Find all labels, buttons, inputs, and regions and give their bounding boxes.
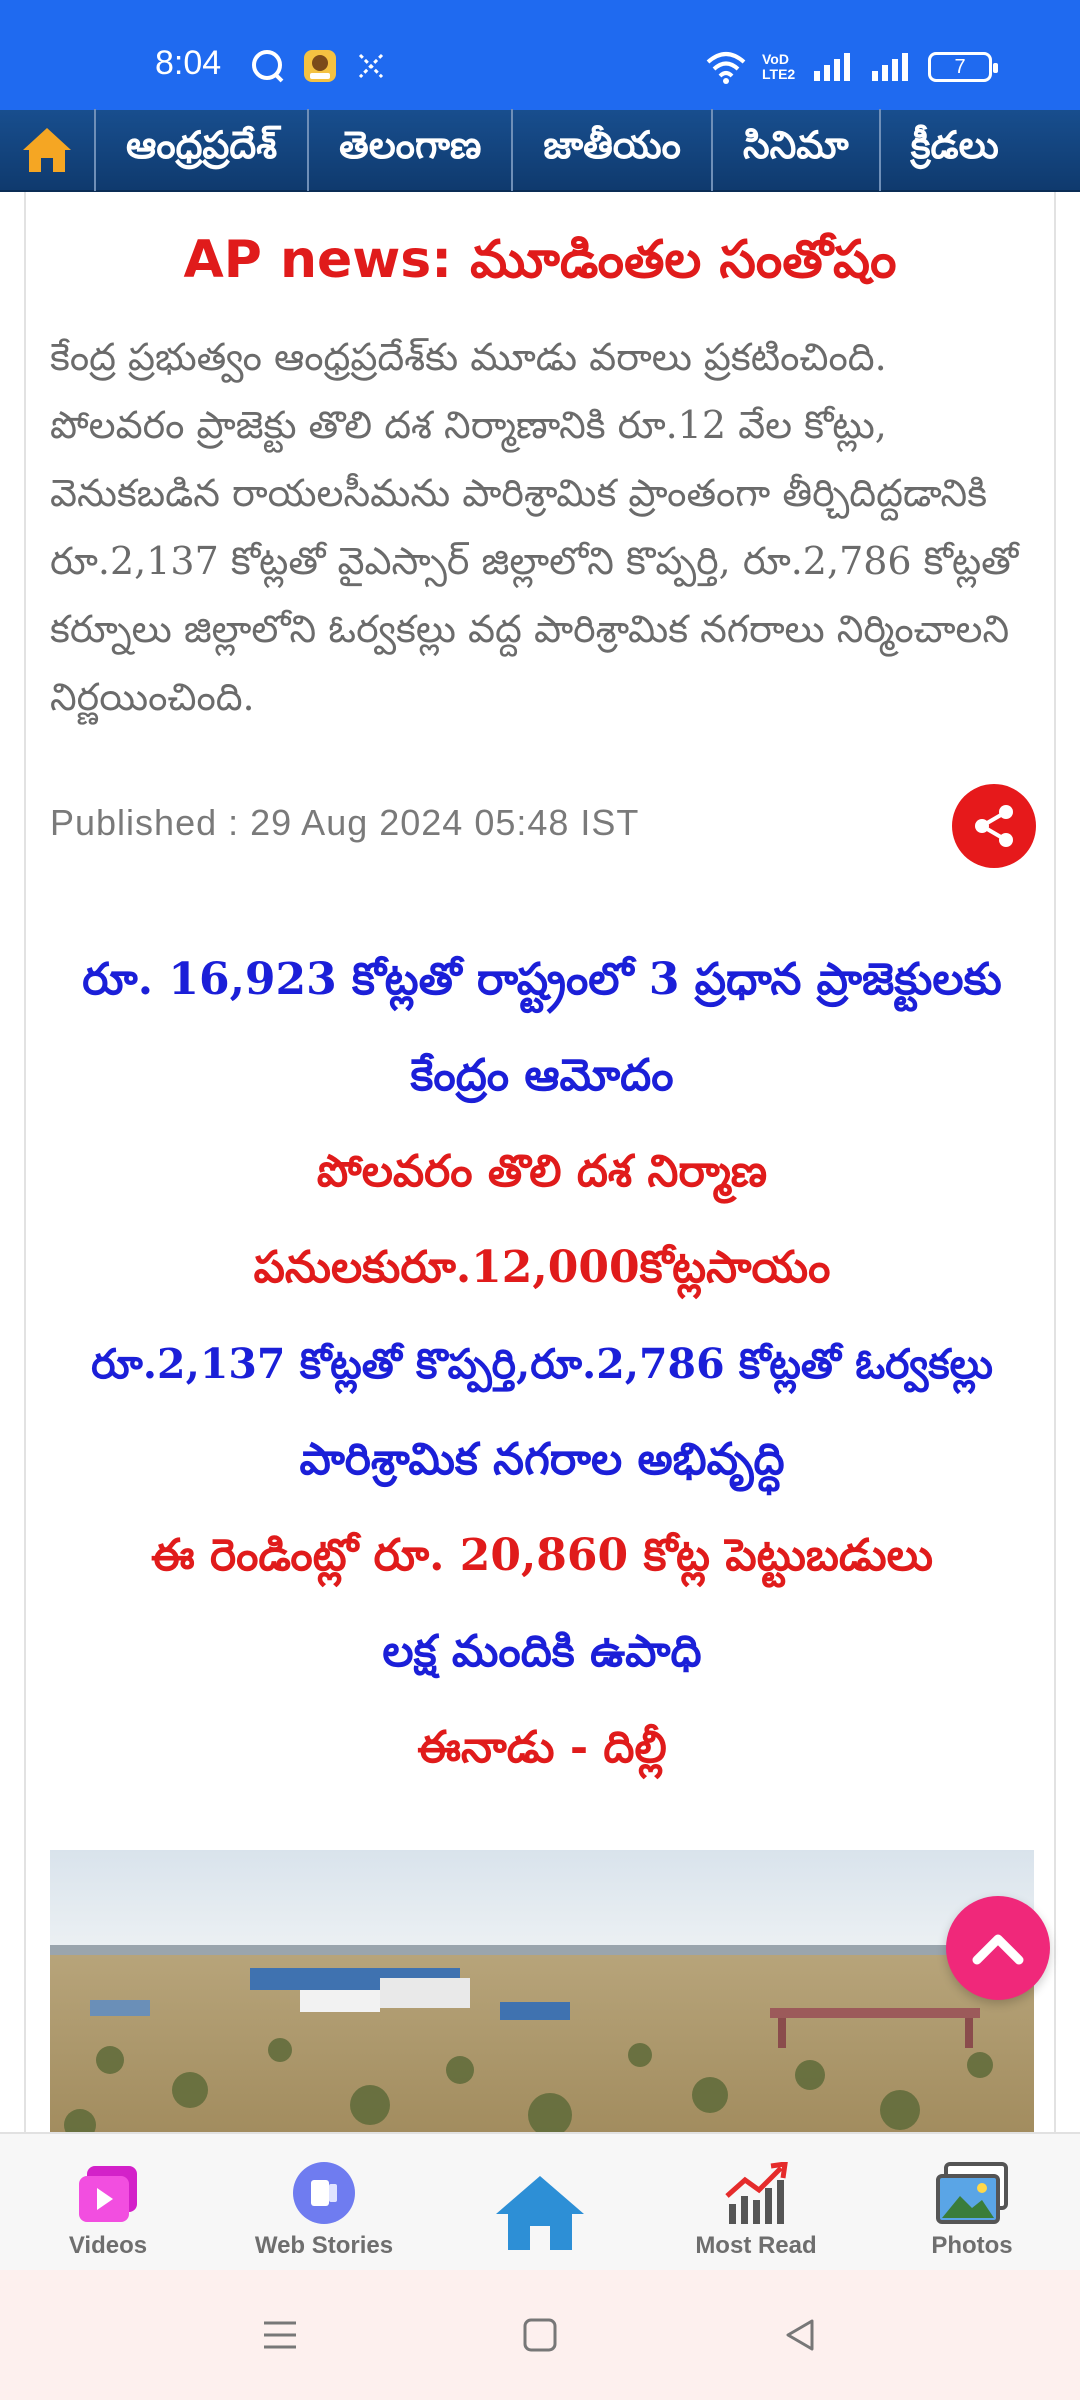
tab-cinema[interactable]: సినిమా (713, 109, 881, 191)
web-stories-icon (293, 2162, 355, 2224)
share-button[interactable] (952, 784, 1036, 868)
tab-telangana[interactable]: తెలంగాణ (309, 109, 514, 191)
body-line: పోలవరం తొలి దశ నిర్మాణ (316, 1146, 768, 1197)
body-line: లక్ష మందికి ఉపాధి (382, 1626, 702, 1677)
signal-icon-2 (872, 53, 908, 81)
battery-icon: 7 (928, 52, 998, 82)
chevron-up-icon (972, 1934, 1024, 1965)
bottom-nav-label: Most Read (695, 2232, 817, 2259)
back-icon[interactable] (780, 2315, 820, 2355)
body-line: ఈనాడు - దిల్లీ (417, 1722, 667, 1773)
tab-sports[interactable]: క్రీడలు (881, 109, 1029, 191)
home-icon (496, 2176, 584, 2250)
tab-home[interactable] (0, 109, 96, 191)
videos-icon (79, 2166, 137, 2222)
volte-label: VoD LTE2 (762, 51, 796, 82)
app-notification-icon (304, 50, 336, 82)
bottom-nav-most-read[interactable]: Most Read (648, 2134, 864, 2270)
chat-icon (252, 50, 284, 83)
bottom-nav-web-stories[interactable]: Web Stories (216, 2134, 432, 2270)
bottom-nav-videos[interactable]: Videos (0, 2134, 216, 2270)
tab-national[interactable]: జాతీయం (513, 109, 713, 191)
bottom-nav-home[interactable] (432, 2134, 648, 2270)
body-line: పారిశ్రామిక నగరాల అభివృద్ధి (299, 1434, 785, 1485)
signal-icon-1 (814, 53, 850, 81)
recent-apps-icon[interactable] (260, 2315, 300, 2355)
scroll-to-top-button[interactable] (946, 1896, 1050, 2000)
article-headline: AP news: మూడింతల సంతోషం (183, 230, 897, 290)
bottom-nav-photos[interactable]: Photos (864, 2134, 1080, 2270)
system-nav-bar (0, 2270, 1080, 2400)
body-line: రూ. 16,923 కోట్లతో రాష్ట్రంలో 3 ప్రధాన ప… (82, 954, 1002, 1005)
bottom-nav: Videos Web Stories Most Read Photos (0, 2132, 1080, 2270)
category-nav: ఆంధ్రప్రదేశ్ తెలంగాణ జాతీయం సినిమా క్రీడ… (0, 109, 1080, 192)
wifi-icon (706, 52, 746, 84)
status-notification-icons (250, 48, 388, 84)
published-date: Published : 29 Aug 2024 05:48 IST (50, 802, 640, 843)
status-time: 8:04 (155, 44, 222, 82)
article-summary: కేంద్ర ప్రభుత్వం ఆంధ్రప్రదేశ్‌కు మూడు వర… (50, 335, 1019, 719)
share-icon (975, 805, 1013, 847)
photos-icon (936, 2162, 1008, 2224)
status-bar: 8:04 VoD LTE2 7 (0, 0, 1080, 110)
battery-level: 7 (954, 55, 966, 78)
scissors-icon (358, 53, 384, 79)
article-card: AP news: మూడింతల సంతోషం కేంద్ర ప్రభుత్వం… (24, 192, 1056, 2132)
bottom-nav-label: Videos (68, 2232, 148, 2259)
tab-andhra-pradesh[interactable]: ఆంధ్రప్రదేశ్ (96, 109, 310, 191)
body-line: పనులకురూ.12,000కోట్లసాయం (253, 1242, 831, 1293)
body-line: ఈ రెండింట్లో రూ. 20,860 కోట్ల పెట్టుబడుల… (150, 1530, 934, 1581)
home-button-icon[interactable] (520, 2315, 560, 2355)
body-line: కేంద్రం ఆమోదం (410, 1050, 674, 1101)
home-icon (23, 128, 71, 172)
article-photo[interactable] (50, 1850, 1034, 2132)
body-line: రూ.2,137 కోట్లతో కొప్పర్తి,రూ.2,786 కోట్… (91, 1340, 993, 1388)
status-right-icons: VoD LTE2 7 (704, 50, 998, 84)
most-read-icon (725, 2162, 788, 2224)
bottom-nav-label: Photos (931, 2232, 1013, 2259)
article-body: రూ. 16,923 కోట్లతో రాష్ట్రంలో 3 ప్రధాన ప… (26, 932, 1054, 1796)
industrial-landscape-image (50, 1850, 1034, 2132)
bottom-nav-label: Web Stories (254, 2232, 394, 2259)
